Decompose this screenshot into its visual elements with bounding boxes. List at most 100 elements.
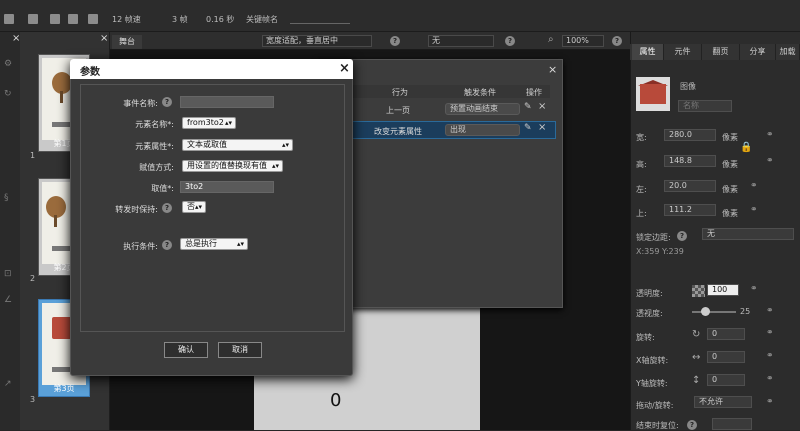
height-input[interactable]: 148.8 [664,155,716,167]
tab-properties[interactable]: 属性 [632,44,664,60]
reset-on-end-select[interactable] [712,418,752,430]
link-icon[interactable]: ⚭ [766,351,774,361]
close-icon[interactable]: × [339,61,350,76]
left-input[interactable]: 20.0 [664,180,716,192]
blur-slider-knob[interactable] [701,307,710,316]
x-rotate-input[interactable]: 0 [707,351,745,363]
tool-icon[interactable]: ↻ [4,90,14,99]
unit-label: 像素 [722,160,738,169]
drag-select[interactable]: 不允许 [694,396,752,408]
trigger-select[interactable]: 出现 [445,124,520,136]
tab-stage[interactable]: 舞台 [112,35,142,49]
paste-frame-icon[interactable] [50,14,60,24]
collapse-icon[interactable]: × [12,33,20,44]
help-icon[interactable]: ? [612,36,622,46]
blur-label: 透视度: [636,309,663,318]
top-input[interactable]: 111.2 [664,204,716,216]
y-rotate-input[interactable]: 0 [707,374,745,386]
tool-icon[interactable]: ⊡ [4,270,14,279]
none-select[interactable]: 无 [428,35,494,47]
element-name-select[interactable]: from3to2 ▴▾ [182,117,236,129]
element-property-select[interactable]: 文本或取值 ▴▾ [182,139,293,151]
help-icon[interactable]: ? [162,97,172,107]
close-thumbs-icon[interactable]: × [100,33,108,44]
lock-edge-select[interactable]: 无 [702,228,794,240]
events-table-header [350,85,550,98]
link-icon[interactable]: ⚭ [750,284,758,294]
assign-mode-select[interactable]: 用设置的值替换现有值 ▴▾ [182,160,283,172]
height-label: 高: [636,160,647,169]
y-rotate-icon: ↕ [692,375,701,386]
trigger-select[interactable]: 预置动画结束 [445,103,520,115]
tool-icon[interactable]: § [4,194,14,203]
help-icon[interactable]: ? [390,36,400,46]
thumbnail-number: 3 [30,395,36,404]
cancel-button[interactable]: 取消 [218,342,262,358]
link-icon[interactable]: ⚭ [766,306,774,316]
link-icon[interactable]: ⚭ [766,156,774,166]
select-arrow-icon: ▴▾ [194,203,202,211]
link-icon[interactable]: ⚭ [766,130,774,140]
delete-frame-icon[interactable] [88,14,98,24]
help-icon[interactable]: ? [505,36,515,46]
top-label: 上: [636,209,647,218]
blur-slider-track[interactable] [692,311,736,313]
tab-paging[interactable]: 翻页 [702,44,740,60]
field-label: 转发时保持: [115,205,158,214]
column-header: 操作 [526,88,542,97]
tab-components[interactable]: 元件 [664,44,702,60]
lock-icon[interactable]: 🔒 [740,142,752,153]
edit-icon[interactable]: ✎ [524,123,532,133]
close-icon[interactable]: × [548,63,557,76]
frame-rate: 12 帧速 [112,15,141,24]
lock-edge-label: 锁定边距: [636,233,671,242]
link-icon[interactable]: ⚭ [750,181,758,191]
select-arrow-icon: ▴▾ [281,141,289,149]
link-icon[interactable]: ⚭ [766,328,774,338]
row-action: 改变元素属性 [374,127,422,136]
image-type-label: 图像 [680,82,696,91]
event-name-input[interactable] [180,96,274,108]
field-label: 取值*: [151,184,174,193]
row-action: 上一页 [386,106,410,115]
keyframe-name-label: 关键帧名 [246,15,278,24]
duplicate-frame-icon[interactable] [68,14,78,24]
keyframe-name-input[interactable] [290,13,350,24]
execute-condition-select[interactable]: 总是执行 ▴▾ [180,238,248,250]
search-icon[interactable]: ⌕ [548,34,554,45]
tool-icon[interactable]: ∠ [4,296,14,305]
help-icon[interactable]: ? [162,240,172,250]
zoom-select[interactable]: 100% [562,35,604,47]
link-icon[interactable]: ⚭ [766,374,774,384]
delete-icon[interactable]: × [538,122,546,133]
element-name-input[interactable]: 名称 [678,100,732,112]
rotate-input[interactable]: 0 [707,328,745,340]
canvas-text: 0 [330,390,342,411]
help-icon[interactable]: ? [687,420,697,430]
tool-icon[interactable]: ⚙ [4,60,14,69]
help-icon[interactable]: ? [162,203,172,213]
tool-icon[interactable]: ↗ [4,380,14,389]
select-arrow-icon: ▴▾ [236,240,244,248]
thumbnail-caption: 第3页 [53,384,75,393]
field-label: 事件名称: [123,99,158,108]
unit-label: 像素 [722,209,738,218]
dialog-titlebar[interactable] [70,59,353,79]
edit-icon[interactable]: ✎ [524,102,532,112]
trash-icon[interactable] [4,14,14,24]
width-input[interactable]: 280.0 [664,129,716,141]
value-input[interactable]: 3to2 [180,181,274,193]
opacity-input[interactable]: 100 [707,284,739,296]
link-icon[interactable]: ⚭ [766,397,774,407]
delete-icon[interactable]: × [538,101,546,112]
copy-frame-icon[interactable] [28,14,38,24]
confirm-button[interactable]: 确认 [164,342,208,358]
fit-mode-select[interactable]: 宽度适配，垂直居中 [262,35,372,47]
link-icon[interactable]: ⚭ [750,205,758,215]
column-header: 触发条件 [464,88,496,97]
tab-loading[interactable]: 加载 [776,44,800,60]
keep-on-forward-select[interactable]: 否 ▴▾ [182,201,206,213]
help-icon[interactable]: ? [677,231,687,241]
tab-share[interactable]: 分享 [740,44,776,60]
frame-count: 3 帧 [172,15,188,24]
